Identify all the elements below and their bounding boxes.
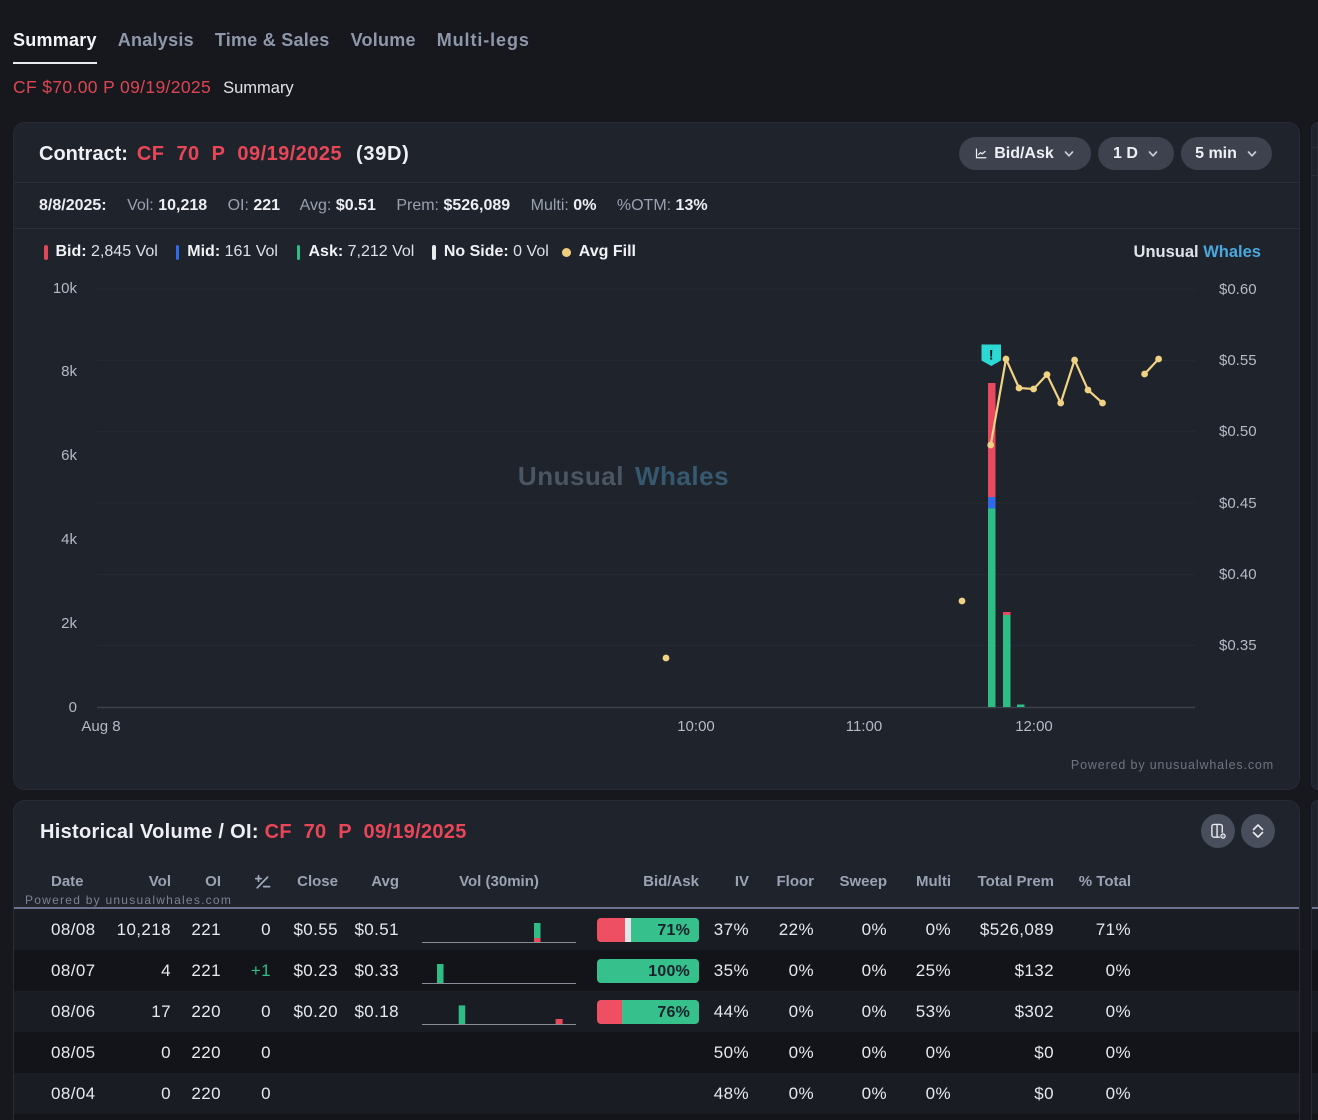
svg-text:$0.55: $0.55 (1219, 352, 1257, 369)
svg-text:11:00: 11:00 (846, 718, 882, 735)
svg-text:$0.60: $0.60 (1219, 281, 1257, 298)
svg-text:$0.35: $0.35 (1219, 637, 1257, 654)
svg-text:Powered by unusualwhales.com: Powered by unusualwhales.com (1071, 758, 1274, 772)
svg-text:8k: 8k (61, 363, 77, 380)
svg-text:10:00: 10:00 (677, 718, 715, 735)
svg-text:Whales: Whales (635, 461, 729, 491)
svg-text:10k: 10k (53, 280, 78, 297)
svg-text:$0.50: $0.50 (1219, 423, 1257, 440)
svg-text:Aug 8: Aug 8 (81, 718, 120, 735)
svg-text:12:00: 12:00 (1015, 718, 1053, 735)
svg-text:Unusual: Unusual (518, 461, 624, 491)
svg-text:2k: 2k (61, 615, 77, 632)
svg-text:4k: 4k (61, 531, 77, 548)
svg-text:$0.45: $0.45 (1219, 495, 1257, 512)
svg-text:$0.40: $0.40 (1219, 566, 1257, 583)
svg-text:6k: 6k (61, 447, 77, 464)
svg-text:0: 0 (69, 699, 77, 716)
svg-text:!: ! (989, 347, 994, 363)
